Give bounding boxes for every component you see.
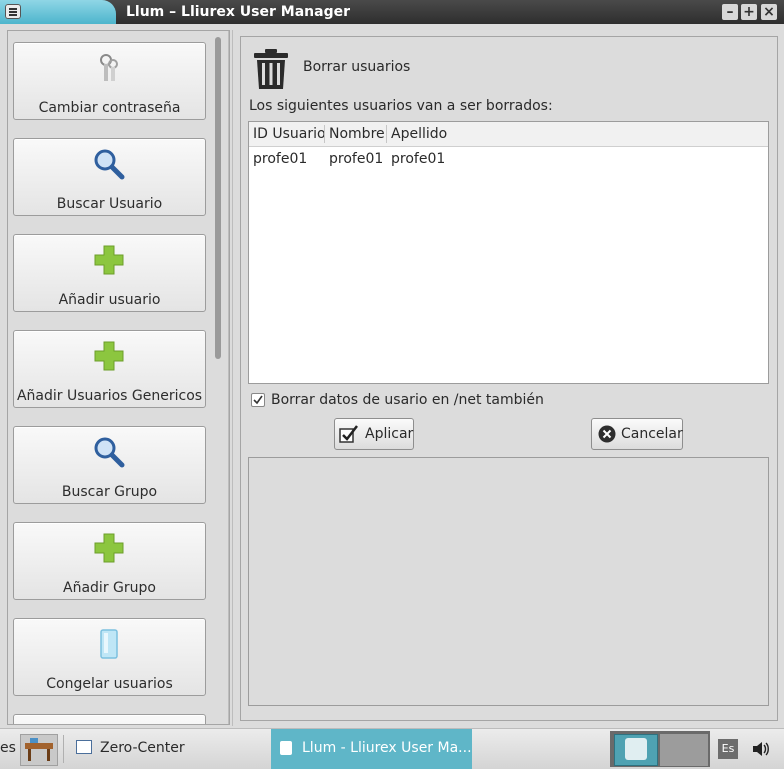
sidebar-item-change-password[interactable]: Cambiar contraseña <box>13 42 206 120</box>
apply-button[interactable]: Aplicar <box>334 418 414 450</box>
checkmark-icon <box>339 425 358 443</box>
close-button[interactable]: × <box>761 4 777 20</box>
taskbar-separator <box>63 735 64 763</box>
maximize-button[interactable]: + <box>741 4 757 20</box>
taskbar-item-zero-center[interactable]: Zero-Center <box>100 740 185 756</box>
sidebar-item-label: Buscar Grupo <box>61 484 158 500</box>
llum-app-icon <box>280 741 292 755</box>
check-icon <box>253 395 263 405</box>
delete-data-label[interactable]: Borrar datos de usario en /net también <box>271 392 544 408</box>
sidebar-item-partial[interactable] <box>13 714 206 724</box>
cancel-icon <box>598 425 616 443</box>
window-title: Llum – Lliurex User Manager <box>126 4 350 20</box>
sidebar-item-freeze-users[interactable]: Congelar usuarios <box>13 618 206 696</box>
column-separator <box>324 125 325 143</box>
cell-id: profe01 <box>253 151 308 167</box>
intro-text: Los siguientes usuarios van a ser borrad… <box>249 98 553 114</box>
delete-data-checkbox[interactable] <box>251 393 265 407</box>
taskbar: es Zero-Center Llum - Lliurex User Ma...… <box>0 728 784 769</box>
keys-icon <box>100 54 118 81</box>
plus-icon <box>94 341 124 371</box>
users-table[interactable]: ID Usuario Nombre Apellido profe01 profe… <box>248 121 769 384</box>
taskbar-partial-label[interactable]: es <box>0 740 16 756</box>
sidebar-scrollbar[interactable] <box>215 37 221 359</box>
panel-title: Borrar usuarios <box>303 59 411 75</box>
freeze-icon <box>100 629 118 659</box>
keyboard-layout-indicator[interactable]: Es <box>718 739 738 759</box>
sidebar-item-search-group[interactable]: Buscar Grupo <box>13 426 206 504</box>
output-area <box>248 457 769 706</box>
column-header-name[interactable]: Nombre <box>329 126 385 142</box>
sidebar-item-label: Añadir Usuarios Genericos <box>16 388 203 404</box>
sidebar-item-label: Cambiar contraseña <box>38 100 181 116</box>
search-icon <box>94 149 125 180</box>
sidebar: Cambiar contraseña Buscar Usuario Añadir… <box>7 30 230 725</box>
sidebar-item-add-group[interactable]: Añadir Grupo <box>13 522 206 600</box>
minimize-button[interactable]: – <box>722 4 738 20</box>
column-header-surname[interactable]: Apellido <box>391 126 447 142</box>
title-bar: Llum – Lliurex User Manager – + × <box>0 0 784 24</box>
cell-name: profe01 <box>329 151 384 167</box>
sidebar-item-search-user[interactable]: Buscar Usuario <box>13 138 206 216</box>
table-header: ID Usuario Nombre Apellido <box>249 122 768 147</box>
show-desktop-icon[interactable] <box>20 734 58 766</box>
search-icon <box>94 437 125 468</box>
apply-label: Aplicar <box>365 426 414 442</box>
sidebar-item-label: Añadir usuario <box>58 292 161 308</box>
workspace-pager[interactable] <box>610 731 710 767</box>
cancel-button[interactable]: Cancelar <box>591 418 683 450</box>
sidebar-item-add-user[interactable]: Añadir usuario <box>13 234 206 312</box>
taskbar-item-llum[interactable]: Llum - Lliurex User Ma... <box>271 729 472 769</box>
window-menu-icon[interactable] <box>5 4 21 19</box>
cancel-label: Cancelar <box>621 426 683 442</box>
trash-icon <box>254 49 288 89</box>
sidebar-border <box>228 31 229 724</box>
window-icon <box>76 740 92 754</box>
taskbar-item-label: Llum - Lliurex User Ma... <box>302 740 472 756</box>
workspace-1[interactable] <box>614 734 658 766</box>
sidebar-item-add-generic-users[interactable]: Añadir Usuarios Genericos <box>13 330 206 408</box>
cell-surname: profe01 <box>391 151 446 167</box>
window-menu-tab[interactable] <box>0 0 116 24</box>
column-header-id[interactable]: ID Usuario <box>253 126 326 142</box>
column-separator <box>386 125 387 143</box>
plus-icon <box>94 245 124 275</box>
volume-icon[interactable] <box>752 741 770 757</box>
sidebar-item-label: Añadir Grupo <box>63 580 156 596</box>
sidebar-item-label: Buscar Usuario <box>56 196 163 212</box>
plus-icon <box>94 533 124 563</box>
workspace-2[interactable] <box>660 734 708 766</box>
sidebar-item-label: Congelar usuarios <box>46 676 173 692</box>
